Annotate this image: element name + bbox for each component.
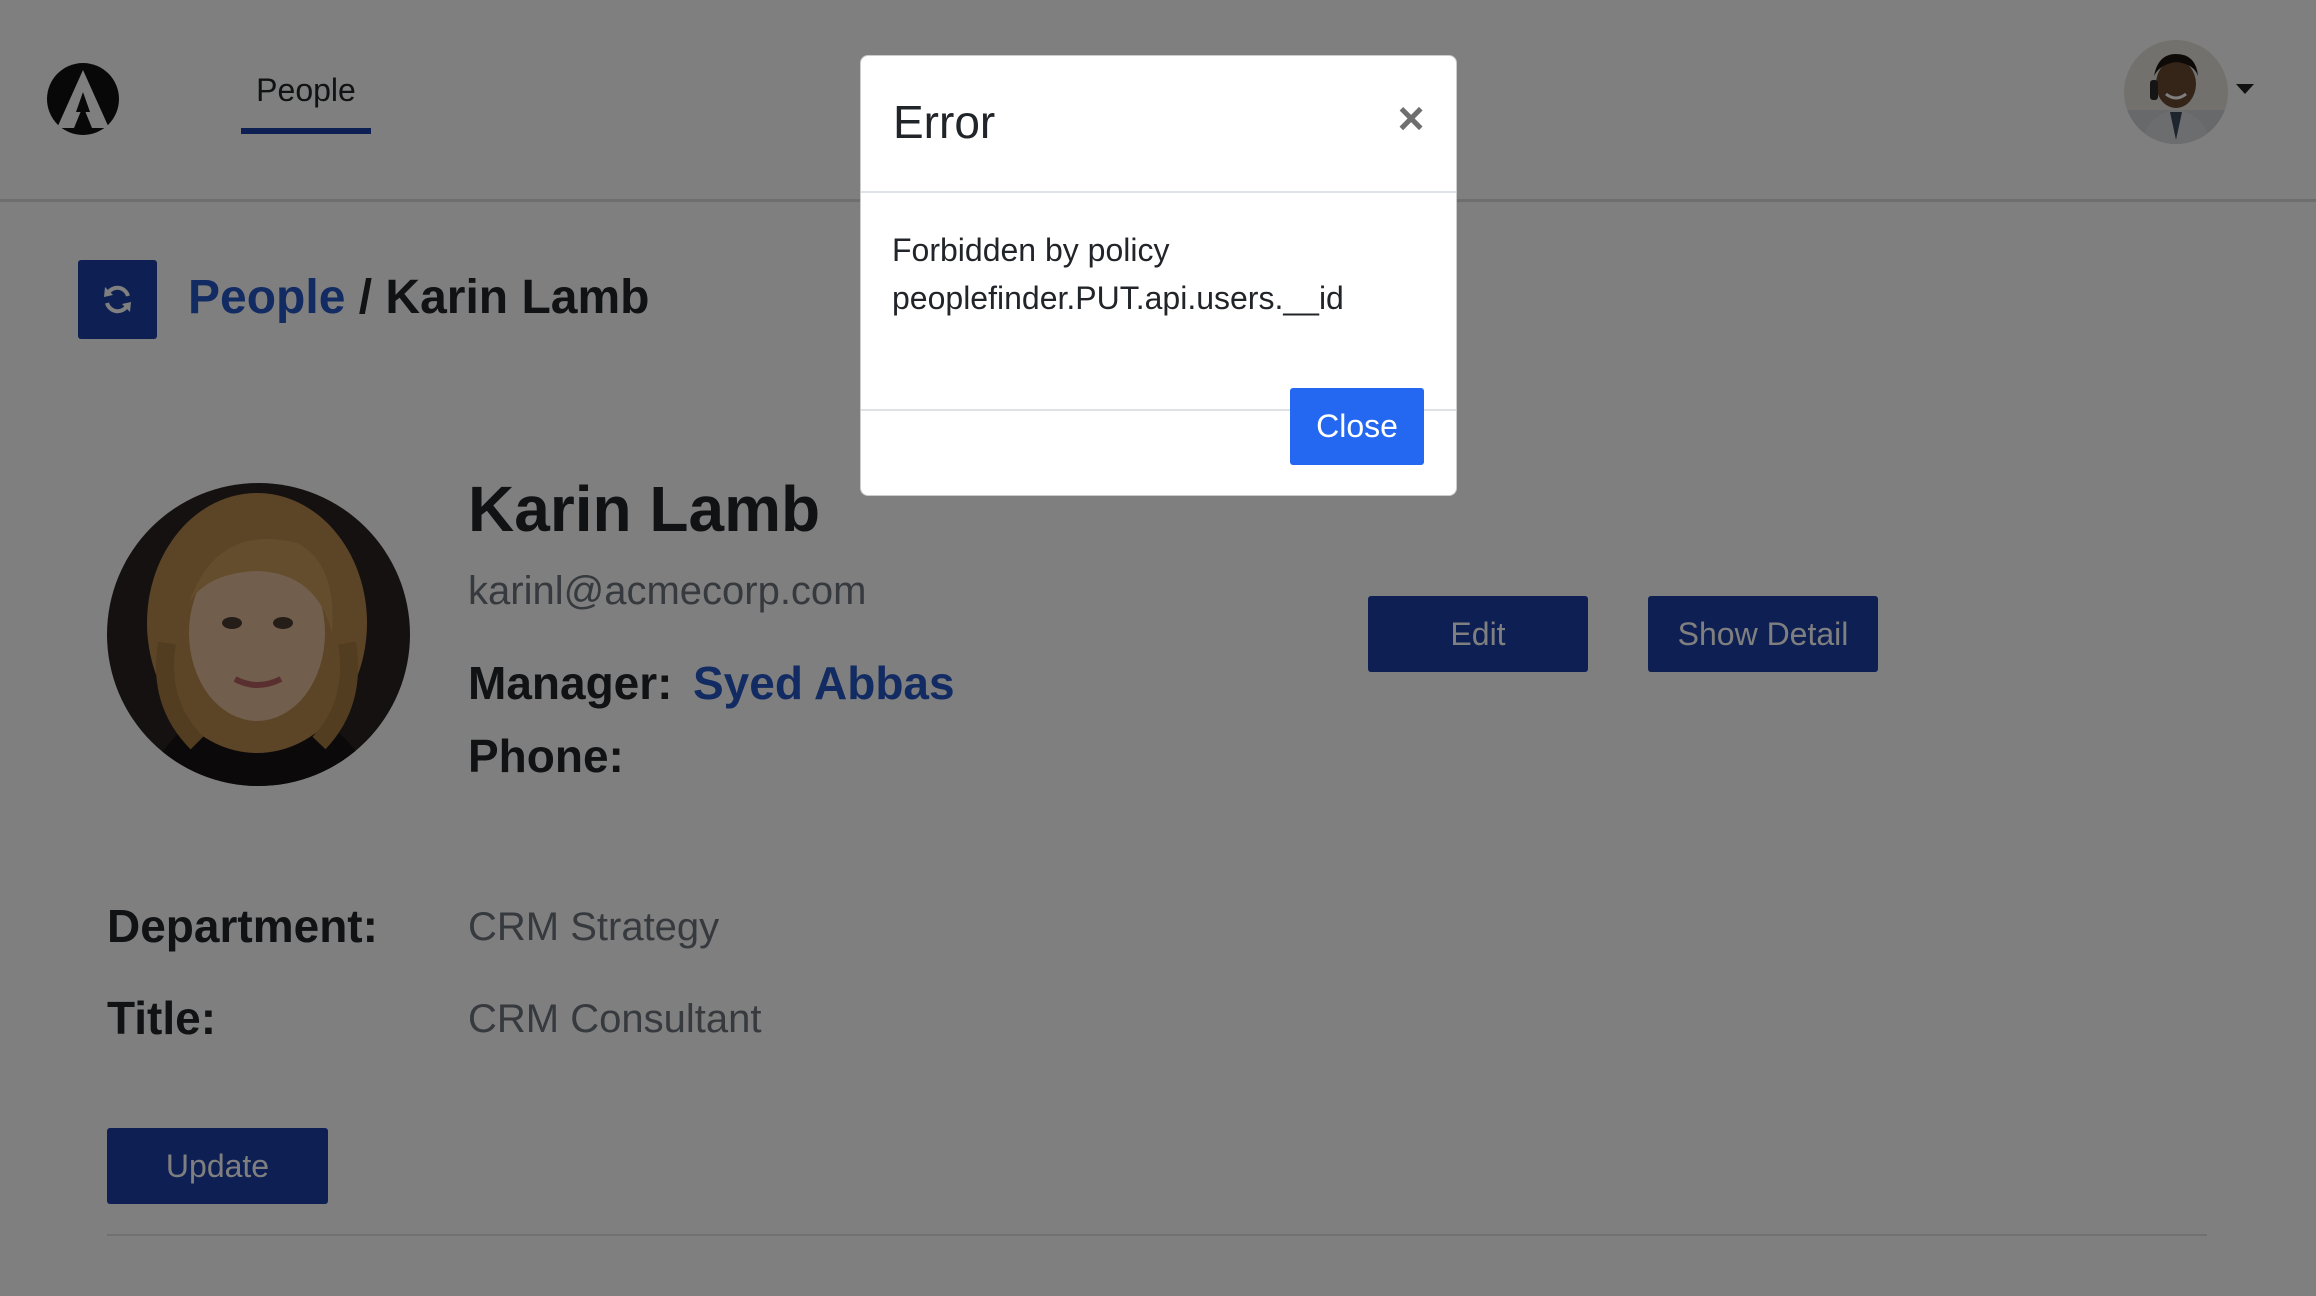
page: People (0, 0, 2316, 1296)
error-message-line-1: Forbidden by policy (892, 232, 1170, 268)
modal-title: Error (893, 96, 996, 148)
close-button[interactable]: Close (1290, 388, 1424, 465)
close-icon[interactable]: × (1391, 95, 1431, 141)
modal-header: Error × (861, 56, 1456, 193)
error-message-line-2: peoplefinder.PUT.api.users.__id (892, 280, 1344, 316)
